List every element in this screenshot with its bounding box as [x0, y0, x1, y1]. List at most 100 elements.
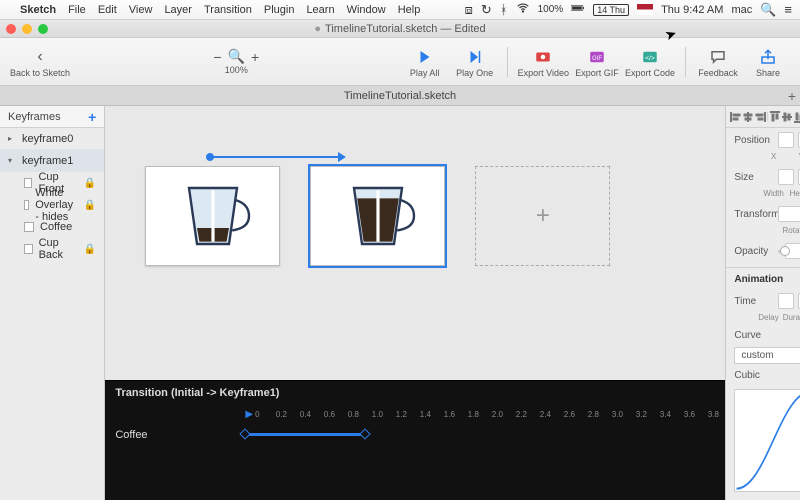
layer-swatch-icon	[24, 222, 34, 232]
keyframe-label: keyframe1	[22, 155, 73, 167]
delay-field[interactable]	[778, 293, 793, 309]
timeline-clip[interactable]	[245, 433, 365, 436]
curve-select[interactable]: custom⌄	[734, 347, 800, 364]
spotlight-icon[interactable]: 🔍	[760, 2, 776, 18]
duration-sublabel: Duration	[783, 313, 800, 322]
add-tab-button[interactable]: +	[788, 88, 796, 104]
timeline-ruler[interactable]: 00.20.40.60.81.01.21.41.61.82.02.22.42.6…	[105, 405, 725, 423]
menu-plugin[interactable]: Plugin	[264, 4, 295, 16]
align-hcenter-icon[interactable]	[742, 111, 754, 123]
timeline-track-row[interactable]: Coffee	[105, 423, 725, 447]
ruler-tick: 0.6	[317, 410, 341, 419]
play-one-label: Play One	[456, 68, 493, 78]
menu-file[interactable]: File	[68, 4, 86, 16]
add-keyframe-button[interactable]: +	[88, 109, 96, 125]
align-controls[interactable]: |	[726, 106, 800, 128]
keyframe-thumb-1[interactable]	[310, 166, 445, 266]
track-label: Coffee	[105, 429, 235, 441]
minimize-window-icon[interactable]	[22, 24, 32, 34]
align-right-icon[interactable]	[754, 111, 766, 123]
inspector-panel: | Position XY Size WidthHeight Transform…	[725, 106, 800, 500]
menu-learn[interactable]: Learn	[306, 4, 334, 16]
loop-icon[interactable]: ↻	[481, 2, 492, 18]
clock[interactable]: Thu 9:42 AM	[661, 4, 723, 16]
menu-view[interactable]: View	[129, 4, 153, 16]
feedback-button[interactable]: Feedback	[696, 46, 740, 78]
toolbar: ‹ Back to Sketch − 🔍 + 100% Play All Pla…	[0, 38, 800, 86]
position-x-field[interactable]	[778, 132, 793, 148]
menu-edit[interactable]: Edit	[98, 4, 117, 16]
add-keyframe-thumb[interactable]: +	[475, 166, 610, 266]
video-icon	[534, 46, 552, 68]
user-name[interactable]: mac	[731, 4, 752, 16]
share-label: Share	[756, 68, 780, 78]
export-gif-button[interactable]: GIF Export GIF	[575, 46, 619, 78]
notification-center-icon[interactable]: ≡	[784, 2, 792, 17]
disclosure-triangle-icon[interactable]: ▾	[8, 156, 16, 165]
ruler-tick: 2.6	[557, 410, 581, 419]
lock-icon[interactable]: 🔒	[84, 178, 96, 189]
close-window-icon[interactable]	[6, 24, 16, 34]
opacity-slider[interactable]	[778, 250, 781, 253]
ruler-tick: 3.8	[701, 410, 725, 419]
layer-row[interactable]: White Overlay - hides 🔒	[0, 194, 104, 216]
menu-layer[interactable]: Layer	[164, 4, 192, 16]
zoom-out-icon[interactable]: −	[213, 49, 221, 65]
magnifier-icon: 🔍	[228, 48, 245, 65]
export-code-button[interactable]: </> Export Code	[625, 46, 675, 78]
cubic-curve-editor[interactable]	[734, 389, 800, 492]
width-field[interactable]	[778, 169, 793, 185]
align-bottom-icon[interactable]	[793, 111, 800, 123]
dropbox-icon[interactable]: ⧈	[465, 2, 473, 18]
canvas-stage[interactable]: +	[105, 106, 725, 380]
app-menu[interactable]: Sketch	[20, 4, 56, 16]
disclosure-triangle-icon[interactable]: ▸	[8, 134, 16, 143]
bluetooth-icon[interactable]: ᚼ	[500, 2, 508, 17]
play-one-button[interactable]: Play One	[453, 46, 497, 78]
zoom-control[interactable]: − 🔍 + 100%	[213, 48, 259, 75]
share-button[interactable]: Share	[746, 46, 790, 78]
keyframe-row[interactable]: ▸ keyframe0	[0, 128, 104, 150]
zoom-window-icon[interactable]	[38, 24, 48, 34]
align-top-icon[interactable]	[769, 111, 781, 123]
position-label: Position	[734, 135, 774, 146]
align-vcenter-icon[interactable]	[781, 111, 793, 123]
wifi-icon[interactable]	[516, 1, 530, 18]
layer-row[interactable]: Cup Back 🔒	[0, 238, 104, 260]
menu-window[interactable]: Window	[347, 4, 386, 16]
keyframe-row[interactable]: ▾ keyframe1	[0, 150, 104, 172]
lock-icon[interactable]: 🔒	[84, 244, 96, 255]
input-source-flag-icon[interactable]	[637, 4, 653, 15]
gif-icon: GIF	[588, 46, 606, 68]
zoom-in-icon[interactable]: +	[251, 49, 259, 65]
feedback-label: Feedback	[698, 68, 738, 78]
battery-icon[interactable]	[571, 1, 585, 18]
rotate-field[interactable]	[778, 206, 800, 222]
window-title: TimelineTutorial.sketch — Edited	[325, 23, 486, 35]
menu-transition[interactable]: Transition	[204, 4, 252, 16]
opacity-label: Opacity	[734, 246, 774, 257]
document-tab[interactable]: TimelineTutorial.sketch	[344, 90, 456, 102]
battery-percent: 100%	[538, 4, 564, 15]
keyframe-handle-icon[interactable]	[360, 428, 371, 439]
svg-text:</>: </>	[645, 55, 655, 62]
ruler-tick: 1.8	[461, 410, 485, 419]
document-tabbar: TimelineTutorial.sketch +	[0, 86, 800, 106]
align-left-icon[interactable]	[730, 111, 742, 123]
keyframe-handle-icon[interactable]	[240, 428, 251, 439]
play-all-button[interactable]: Play All	[403, 46, 447, 78]
menu-help[interactable]: Help	[398, 4, 421, 16]
back-arrow-icon: ‹	[37, 46, 42, 68]
export-video-label: Export Video	[518, 68, 569, 78]
timeline-track[interactable]	[245, 428, 725, 442]
size-label: Size	[734, 172, 774, 183]
layer-row[interactable]: Coffee	[0, 216, 104, 238]
date-badge[interactable]: 14 Thu	[593, 4, 629, 16]
traffic-lights[interactable]	[6, 24, 48, 34]
lock-icon[interactable]: 🔒	[84, 200, 96, 211]
back-to-sketch-button[interactable]: ‹ Back to Sketch	[10, 46, 70, 78]
export-video-button[interactable]: Export Video	[518, 46, 569, 78]
keyframe-thumb-initial[interactable]	[145, 166, 280, 266]
code-icon: </>	[641, 46, 659, 68]
status-tray: ⧈ ↻ ᚼ 100% 14 Thu Thu 9:42 AM mac 🔍 ≡	[465, 1, 792, 18]
